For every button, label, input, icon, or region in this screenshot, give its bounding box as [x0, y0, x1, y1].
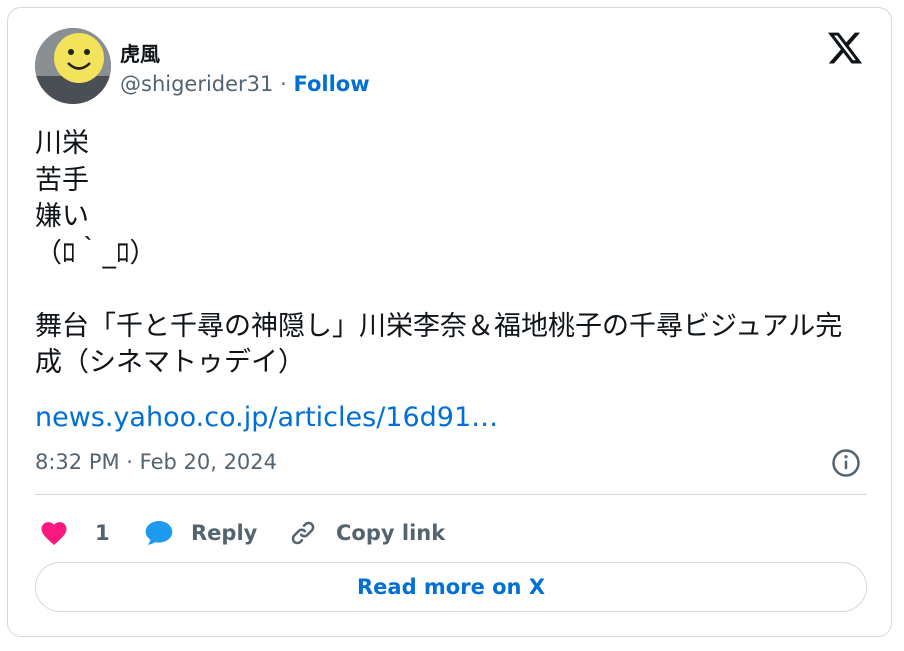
link-icon — [291, 521, 315, 545]
info-icon[interactable] — [831, 448, 861, 478]
x-logo-icon[interactable] — [826, 29, 864, 67]
avatar-image — [35, 28, 111, 104]
like-count: 1 — [95, 521, 110, 545]
article-link[interactable]: news.yahoo.co.jp/articles/16d91… — [35, 402, 498, 433]
divider — [35, 494, 867, 495]
speech-bubble-icon — [145, 521, 173, 545]
copy-link-button[interactable]: Copy link — [288, 511, 445, 555]
like-button[interactable]: 1 — [39, 511, 110, 555]
copy-link-label: Copy link — [336, 521, 446, 545]
tweet-text: 川栄 苦手 嫌い （ﾛ｀_ﾛ） 舞台「千と千尋の神隠し」川栄李奈＆福地桃子の千尋… — [35, 128, 843, 378]
author-name[interactable]: 虎風 — [120, 38, 160, 67]
reply-label: Reply — [191, 521, 258, 545]
heart-icon — [41, 522, 67, 545]
avatar[interactable] — [35, 28, 111, 104]
author-handle[interactable]: @shigerider31 — [120, 72, 273, 96]
tweet-card: 虎風 @shigerider31 · Follow 川栄 苦手 嫌い （ﾛ｀_ﾛ… — [7, 7, 892, 637]
follow-button[interactable]: Follow — [293, 72, 369, 96]
reply-button[interactable]: Reply — [143, 511, 257, 555]
tweet-timestamp[interactable]: 8:32 PM · Feb 20, 2024 — [35, 450, 277, 474]
read-more-button[interactable]: Read more on X — [35, 562, 867, 612]
author-handle-line: @shigerider31 · Follow — [120, 72, 370, 96]
handle-separator: · — [273, 72, 294, 96]
